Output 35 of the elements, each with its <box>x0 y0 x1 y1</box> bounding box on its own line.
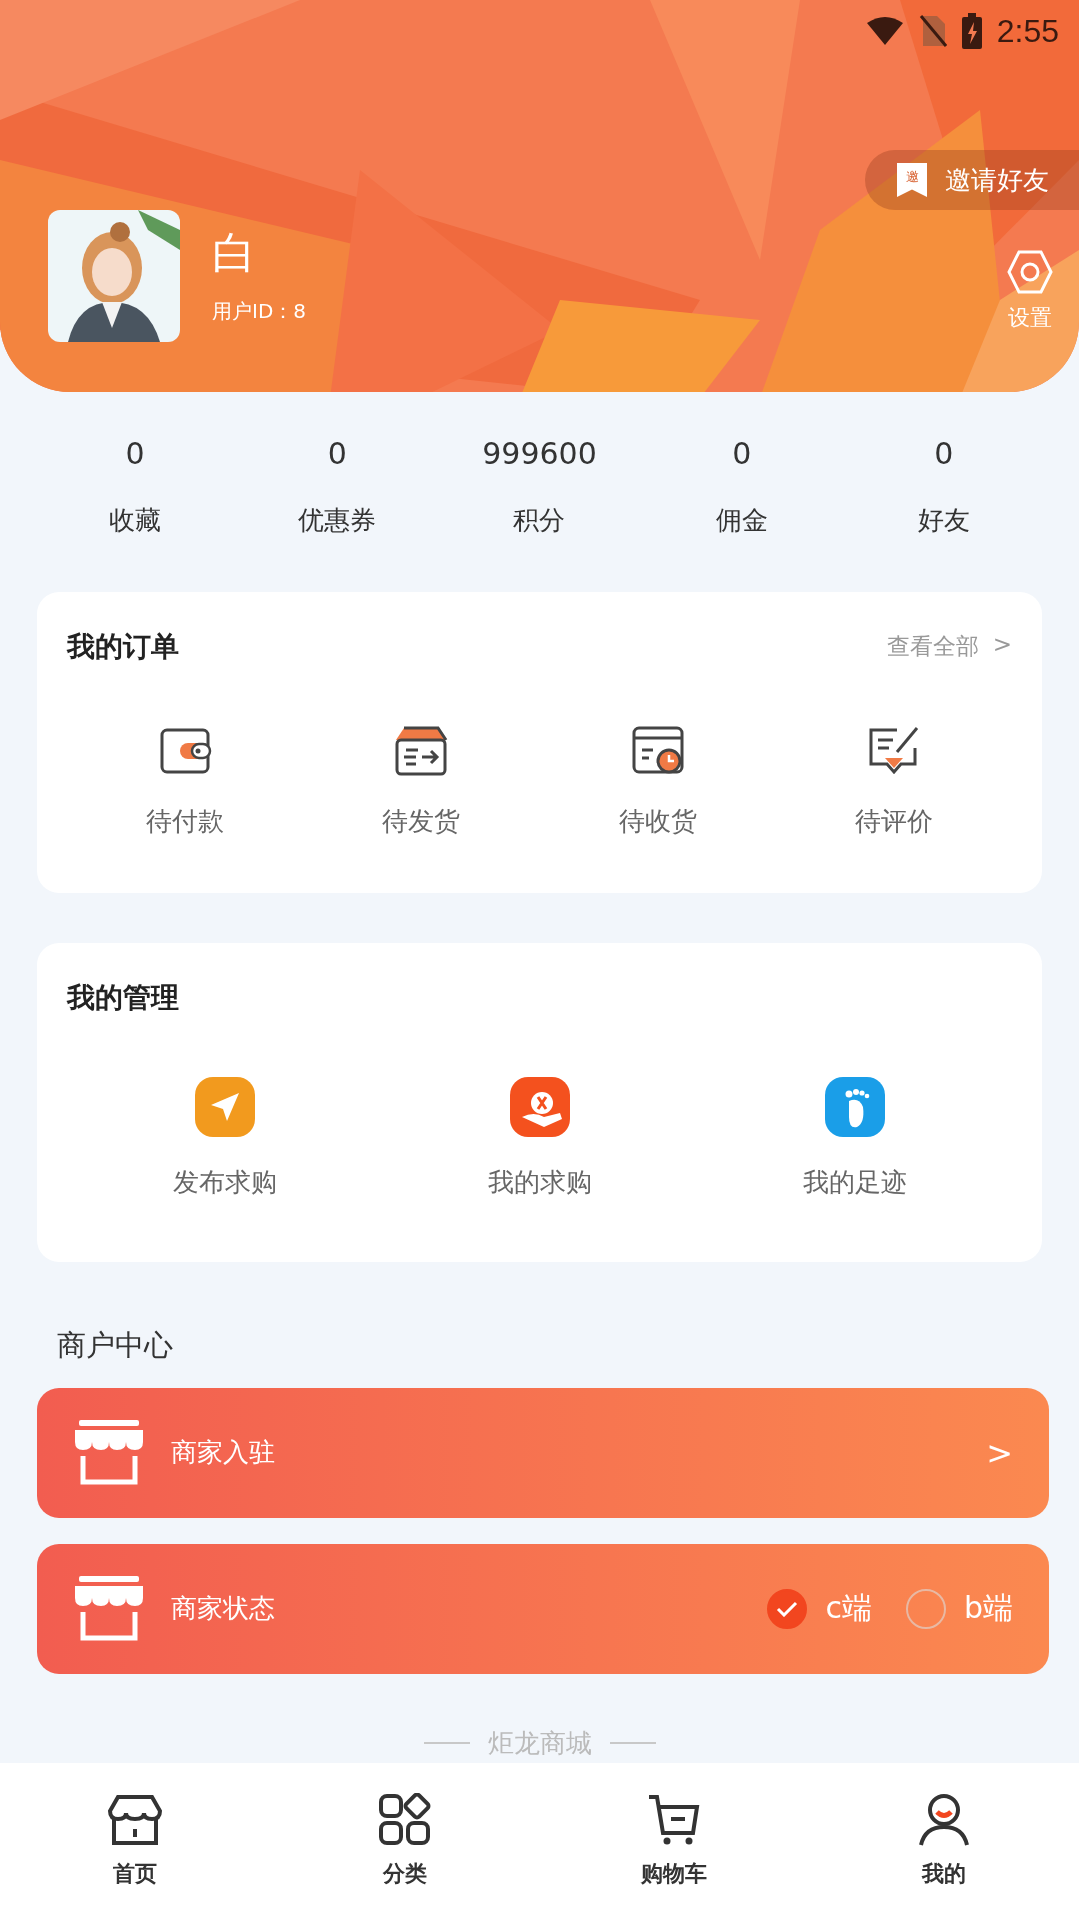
stat-label[interactable]: 好友 <box>917 503 970 536</box>
stat-label[interactable]: 佣金 <box>715 503 768 536</box>
stat-label[interactable]: 积分 <box>513 503 566 536</box>
section-title: 商户中心 <box>57 1326 174 1364</box>
banner-label: 商家入驻 <box>171 1436 276 1470</box>
menu-item[interactable]: 我的足迹 <box>697 1076 1012 1200</box>
stat-value: 0 <box>934 434 954 473</box>
storefront-icon <box>73 1575 145 1642</box>
tab-item[interactable]: 购物车 <box>539 1793 810 1889</box>
paper-plane-icon <box>194 1076 255 1137</box>
section-title: 我的订单 <box>67 628 179 665</box>
chevron-icon: > <box>992 631 1012 663</box>
tab-item[interactable]: 首页 <box>0 1793 270 1889</box>
stat-label[interactable]: 优惠券 <box>298 503 377 536</box>
merchant-join-banner[interactable]: 商家入驻 > <box>37 1387 1049 1518</box>
footer-brand: 炬龙商城 <box>487 1726 592 1760</box>
menu-item[interactable]: 发布求购 <box>67 1076 382 1200</box>
hand-coin-icon <box>509 1076 570 1137</box>
chevron-icon: > <box>986 1433 1013 1472</box>
tab-item[interactable]: 分类 <box>269 1793 540 1889</box>
tab-item[interactable]: 我的 <box>809 1793 1079 1889</box>
menu-item[interactable]: 我的求购 <box>382 1076 697 1200</box>
menu-item[interactable]: 待发货 <box>303 723 540 839</box>
section-title: 我的管理 <box>67 979 179 1016</box>
storefront-icon <box>73 1419 145 1486</box>
stat-value: 999600 <box>482 434 597 473</box>
menu-item[interactable]: 待收货 <box>539 723 776 839</box>
menu-item[interactable]: 待付款 <box>67 723 304 839</box>
menu-item[interactable]: 待评价 <box>775 723 1012 839</box>
stat-value: 0 <box>327 434 347 473</box>
stat-value: 0 <box>125 434 145 473</box>
stat-label[interactable]: 收藏 <box>109 503 162 536</box>
footprint-icon <box>824 1076 885 1137</box>
stat-value: 0 <box>732 434 752 473</box>
banner-label: 商家状态 <box>171 1592 276 1626</box>
